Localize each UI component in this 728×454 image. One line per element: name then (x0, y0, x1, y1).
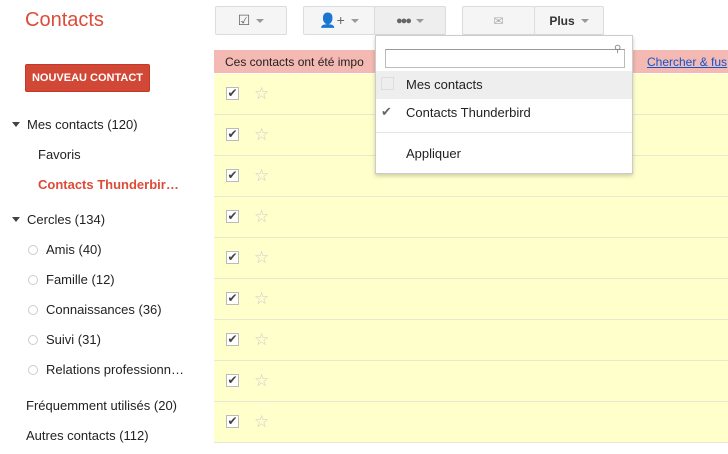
sidebar-item-frequent[interactable]: Fréquemment utilisés (20) (26, 398, 177, 413)
contact-row[interactable]: ✔ ☆ (214, 320, 728, 361)
chevron-down-icon (580, 18, 589, 23)
star-icon[interactable]: ☆ (254, 84, 269, 104)
circle-icon (28, 365, 38, 375)
label: Mes contacts (120) (27, 117, 138, 132)
row-checkbox[interactable]: ✔ (226, 251, 239, 264)
sidebar-item-circle[interactable]: Connaissances (36) (28, 302, 162, 317)
more-label: Plus (549, 13, 575, 28)
contact-row[interactable]: ✔ ☆ (214, 402, 728, 443)
label: Relations professionn… (46, 362, 185, 377)
sidebar-item-circle[interactable]: Famille (12) (28, 272, 115, 287)
label: Amis (40) (46, 242, 102, 257)
star-icon[interactable]: ☆ (254, 330, 269, 350)
expand-triangle-icon (12, 217, 20, 222)
add-person-icon: 👤+ (319, 12, 345, 28)
divider (376, 132, 632, 133)
contact-row[interactable]: ✔ ☆ (214, 279, 728, 320)
select-button[interactable]: ☑ (215, 6, 287, 35)
star-icon[interactable]: ☆ (254, 371, 269, 391)
circle-icon (28, 305, 38, 315)
add-to-contacts-button[interactable]: 👤+ (303, 6, 375, 35)
label: Connaissances (36) (46, 302, 162, 317)
sidebar-item-my-contacts[interactable]: Mes contacts (120) (12, 117, 138, 132)
row-checkbox[interactable]: ✔ (226, 333, 239, 346)
label: Famille (12) (46, 272, 115, 287)
star-icon[interactable]: ☆ (254, 412, 269, 432)
email-button[interactable]: ✉ (462, 6, 535, 35)
row-checkbox[interactable]: ✔ (226, 210, 239, 223)
row-checkbox[interactable]: ✔ (226, 415, 239, 428)
banner-text: Ces contacts ont été impo (225, 55, 364, 69)
more-button[interactable]: Plus (534, 6, 604, 35)
chevron-down-icon (256, 18, 265, 23)
chevron-down-icon (350, 18, 359, 23)
label: Contacts Thunderbird (406, 105, 531, 120)
mail-icon: ✉ (493, 13, 504, 28)
label: Cercles (134) (27, 212, 106, 227)
chevron-down-icon (415, 18, 424, 23)
find-merge-link[interactable]: Chercher & fus (647, 55, 727, 69)
row-checkbox[interactable]: ✔ (226, 169, 239, 182)
row-checkbox[interactable]: ✔ (226, 374, 239, 387)
sidebar-item-others[interactable]: Autres contacts (112) (26, 428, 149, 443)
contact-row[interactable]: ✔ ☆ (214, 238, 728, 279)
groups-dropdown: ⚲ Mes contacts ✔ Contacts Thunderbird App… (375, 35, 633, 174)
search-icon: ⚲ (614, 44, 622, 55)
groups-icon: ●●● (396, 14, 412, 27)
app-title[interactable]: Contacts (25, 9, 104, 32)
star-icon[interactable]: ☆ (254, 289, 269, 309)
menu-item-thunderbird[interactable]: ✔ Contacts Thunderbird (376, 99, 632, 127)
label: Suivi (31) (46, 332, 101, 347)
group-search-input[interactable] (385, 49, 625, 68)
star-icon[interactable]: ☆ (254, 166, 269, 186)
circle-icon (28, 335, 38, 345)
contact-row[interactable]: ✔ ☆ (214, 361, 728, 402)
sidebar-item-circle[interactable]: Suivi (31) (28, 332, 101, 347)
sidebar-item-thunderbird[interactable]: Contacts Thunderbir… (38, 177, 179, 192)
sidebar-item-circle[interactable]: Relations professionn… (28, 362, 184, 377)
circle-icon (28, 245, 38, 255)
star-icon[interactable]: ☆ (254, 248, 269, 268)
groups-button[interactable]: ●●● (374, 6, 446, 35)
row-checkbox[interactable]: ✔ (226, 87, 239, 100)
row-checkbox[interactable]: ✔ (226, 292, 239, 305)
new-contact-button[interactable]: NOUVEAU CONTACT (25, 64, 150, 92)
expand-triangle-icon (12, 122, 20, 127)
checkbox-unchecked[interactable] (381, 77, 394, 90)
sidebar-item-circles[interactable]: Cercles (134) (12, 212, 105, 227)
checkmark-icon[interactable]: ✔ (381, 105, 394, 118)
star-icon[interactable]: ☆ (254, 125, 269, 145)
apply-button[interactable]: Appliquer (376, 140, 632, 168)
label: Mes contacts (406, 77, 483, 92)
menu-item-my-contacts[interactable]: Mes contacts (376, 71, 632, 99)
sidebar-item-favorites[interactable]: Favoris (38, 147, 81, 162)
row-checkbox[interactable]: ✔ (226, 128, 239, 141)
checkbox-icon: ☑ (237, 12, 251, 28)
circle-icon (28, 275, 38, 285)
sidebar-item-circle[interactable]: Amis (40) (28, 242, 102, 257)
star-icon[interactable]: ☆ (254, 207, 269, 227)
contact-row[interactable]: ✔ ☆ (214, 197, 728, 238)
